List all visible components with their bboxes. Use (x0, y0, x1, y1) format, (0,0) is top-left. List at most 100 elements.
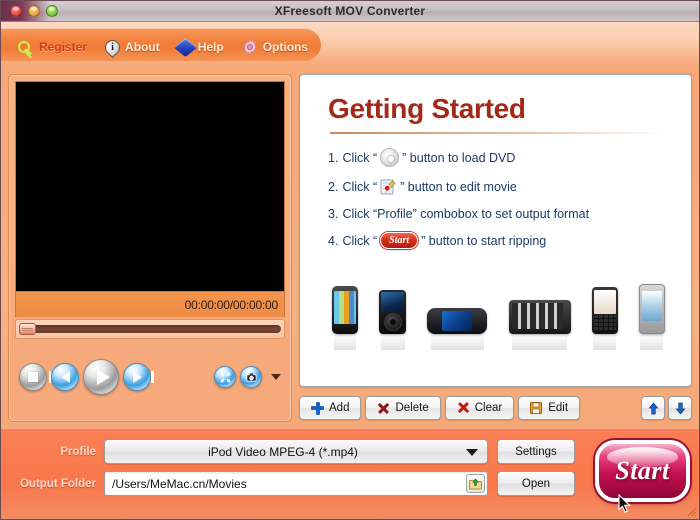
output-folder-field[interactable]: /Users/MeMac.cn/Movies (104, 471, 488, 496)
gear-icon (242, 39, 258, 55)
fullscreen-button[interactable] (214, 366, 236, 388)
toolbar-item-options-label: Options (262, 40, 309, 54)
device-ipod-classic (379, 290, 407, 350)
step-text-pre: Click “ (342, 233, 378, 248)
output-folder-value: /Users/MeMac.cn/Movies (112, 476, 247, 491)
plus-icon (311, 401, 324, 415)
close-button[interactable] (10, 5, 22, 17)
move-down-icon (675, 402, 685, 415)
profile-selected-value: iPod Video MPEG-4 (*.mp4) (208, 444, 358, 459)
device-gallery (328, 260, 673, 350)
player-controls (15, 339, 285, 415)
start-button-label: Start (615, 456, 670, 485)
delete-button[interactable]: Delete (365, 396, 441, 420)
previous-button[interactable] (48, 363, 79, 391)
move-down-button[interactable] (668, 396, 692, 420)
toolbar-item-about[interactable]: About (99, 36, 166, 59)
bottom-bar: Profile iPod Video MPEG-4 (*.mp4) Settin… (1, 428, 699, 519)
dvd-disc-icon (380, 148, 400, 167)
chevron-down-icon[interactable] (466, 448, 478, 456)
mouse-cursor (618, 494, 631, 513)
toolbar-item-register-label: Register (39, 40, 88, 54)
preview-panel: 00:00:00/00:00:00 (8, 74, 292, 422)
start-pill-icon: Start (380, 232, 419, 249)
time-row: 00:00:00/00:00:00 (15, 292, 285, 317)
zoom-button[interactable] (46, 5, 58, 17)
reorder-buttons (641, 396, 692, 420)
edit-button[interactable]: Edit (518, 396, 581, 420)
device-portable-media-player (508, 300, 571, 350)
folder-browse-icon (469, 478, 482, 490)
device-pda-phone (638, 284, 665, 350)
getting-started-step: 1. Click “ ” button to load DVD (328, 148, 673, 167)
profile-label: Profile (60, 445, 96, 458)
help-book-icon (173, 38, 197, 57)
getting-started-title: Getting Started (328, 93, 526, 124)
add-button[interactable]: Add (299, 396, 362, 420)
seek-track[interactable] (19, 323, 281, 335)
toolbar-item-options[interactable]: Options (236, 37, 314, 57)
title-divider (330, 132, 667, 134)
play-button[interactable] (83, 359, 119, 395)
getting-started-step: 3. Click “Profile” combobox to set outpu… (328, 207, 673, 221)
stop-icon (28, 372, 38, 382)
step-number: 1. (328, 150, 339, 165)
title-bar: XFreesoft MOV Converter (1, 1, 699, 22)
fullscreen-icon (219, 371, 231, 383)
folder-browse-button[interactable] (466, 474, 485, 493)
window-controls (10, 5, 58, 17)
device-blackberry (591, 287, 618, 350)
settings-button[interactable]: Settings (497, 439, 575, 464)
step-text-pre: Click “ (342, 180, 378, 194)
time-display: 00:00:00/00:00:00 (184, 297, 279, 312)
toolbar: Register About Help Op (1, 22, 699, 66)
getting-started-step: 2. Click “ ” button to edit movie (328, 178, 673, 196)
resize-grip[interactable] (685, 505, 697, 517)
clear-button[interactable]: Clear (444, 396, 515, 420)
toolbar-item-register[interactable]: Register (11, 37, 93, 58)
info-icon (101, 36, 124, 59)
step-number: 2. (328, 180, 339, 194)
open-button[interactable]: Open (497, 471, 575, 496)
delete-button-label: Delete (395, 402, 429, 414)
right-column: Getting Started 1. Click “ ” button to l… (299, 74, 692, 422)
video-screen[interactable] (15, 81, 285, 292)
minimize-button[interactable] (28, 5, 40, 17)
app-window: XFreesoft MOV Converter Register About H… (0, 0, 700, 520)
step-text-post: ” button to edit movie (400, 180, 517, 194)
getting-started-step: 4. Click “ Start ” button to start rippi… (328, 232, 673, 249)
getting-started-panel: Getting Started 1. Click “ ” button to l… (299, 74, 692, 387)
profile-select[interactable]: iPod Video MPEG-4 (*.mp4) (104, 439, 488, 464)
edit-movie-icon (380, 178, 397, 196)
device-iphone (332, 286, 358, 350)
stop-button[interactable] (19, 363, 47, 391)
step-text-pre: Click “ (342, 150, 378, 165)
move-up-icon (648, 401, 658, 414)
next-button[interactable] (123, 363, 154, 391)
output-folder-row: Output Folder /Users/MeMac.cn/Movies Ope… (9, 470, 691, 497)
snapshot-icon (246, 372, 256, 382)
edit-button-label: Edit (548, 402, 569, 414)
key-icon (17, 39, 34, 56)
start-button[interactable]: Start (595, 440, 690, 502)
chevron-down-icon[interactable] (271, 374, 281, 380)
play-icon (96, 369, 110, 385)
clear-button-label: Clear (474, 402, 503, 414)
toolbar-item-help[interactable]: Help (172, 37, 230, 57)
step-number: 3. (328, 207, 339, 221)
x-outline-icon (377, 402, 390, 415)
profile-row: Profile iPod Video MPEG-4 (*.mp4) Settin… (9, 438, 691, 465)
device-psp (427, 308, 488, 350)
toolbar-item-help-label: Help (197, 40, 224, 54)
snapshot-button[interactable] (240, 366, 262, 388)
action-button-row: Add Delete Clear Edit (299, 394, 692, 422)
window-title: XFreesoft MOV Converter (274, 4, 426, 18)
previous-icon (48, 371, 70, 383)
step-number: 4. (328, 233, 339, 248)
move-up-button[interactable] (641, 396, 665, 420)
x-solid-icon (457, 402, 470, 415)
output-folder-label: Output Folder (19, 477, 96, 490)
main-content: 00:00:00/00:00:00 Getting Started 1. Cli… (1, 66, 699, 428)
seek-thumb[interactable] (19, 323, 36, 335)
seek-bar[interactable] (15, 319, 285, 339)
